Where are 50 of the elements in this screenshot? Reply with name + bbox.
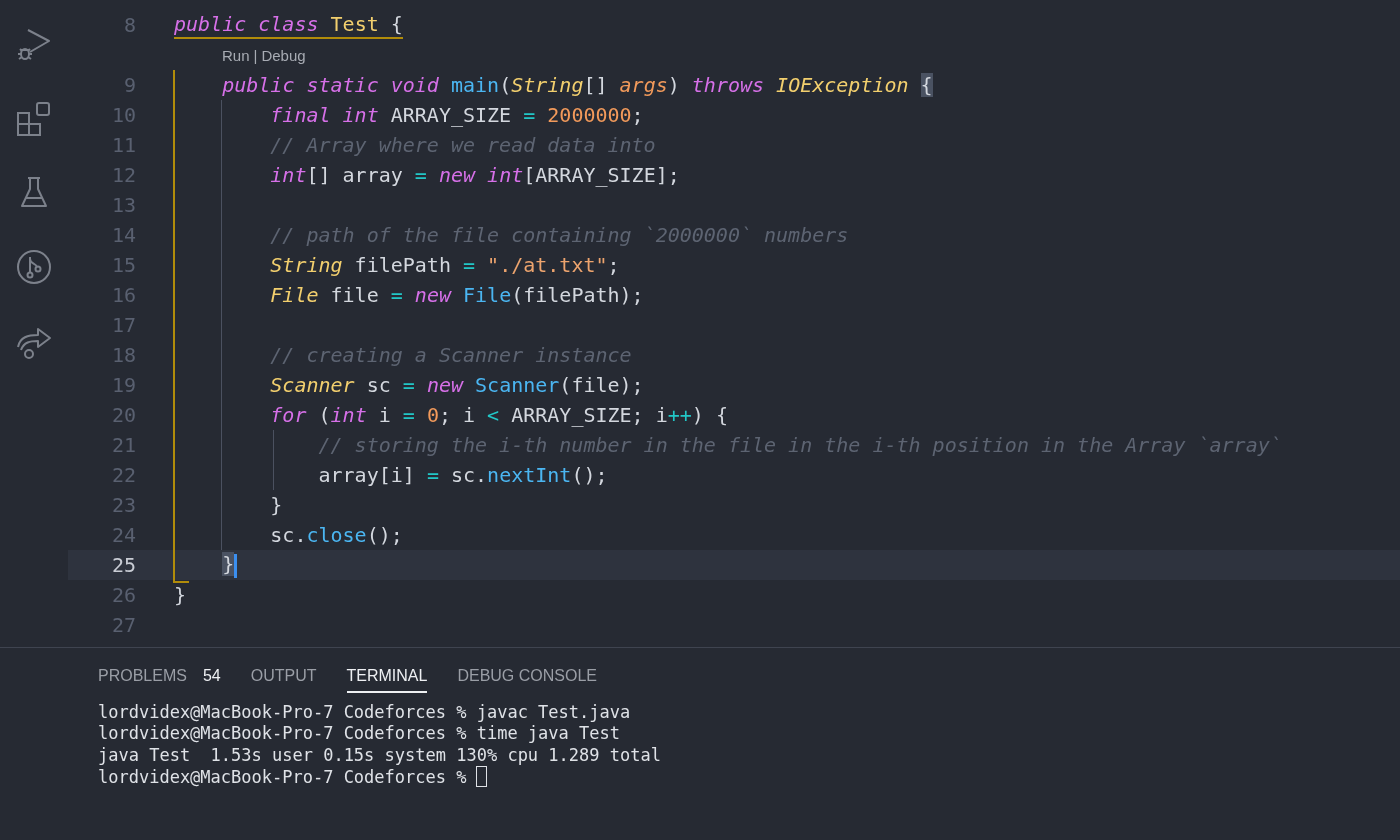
run-link[interactable]: Run	[222, 46, 250, 64]
line-number: 15	[110, 253, 136, 277]
code-line: final int ARRAY_SIZE = 2000000;	[270, 103, 644, 127]
code-line: // path of the file containing `2000000` numbers	[270, 223, 849, 247]
line-number: 23	[110, 493, 136, 517]
line-number: 16	[110, 283, 136, 307]
code-line: public class Test {	[174, 11, 403, 39]
panel-tab[interactable]: TERMINAL	[346, 660, 428, 693]
line-number: 14	[110, 223, 136, 247]
line-number: 21	[110, 433, 136, 457]
line-number: 8	[122, 13, 136, 37]
extensions-icon[interactable]	[16, 101, 52, 137]
terminal-line: lordvidex@MacBook-Pro-7 Codeforces %	[98, 766, 467, 787]
code-line: String filePath = "./at.txt";	[270, 253, 620, 277]
code-line: Scanner sc = new Scanner(file);	[270, 373, 644, 397]
line-number: 18	[110, 343, 136, 367]
line-number: 25	[110, 553, 136, 577]
line-number: 27	[110, 613, 136, 637]
debug-link[interactable]: Debug	[261, 46, 306, 64]
line-number: 11	[110, 133, 136, 157]
terminal-line: java Test 1.53s user 0.15s system 130% cpu 1.289 total	[98, 745, 661, 765]
terminal-line: lordvidex@MacBook-Pro-7 Codeforces % time java Test	[98, 723, 620, 744]
code-line: for (int i = 0; i < ARRAY_SIZE; i++) {	[270, 403, 728, 427]
panel-tab[interactable]: OUTPUT	[250, 660, 317, 693]
line-number: 9	[122, 73, 136, 97]
code-line: }	[270, 493, 283, 517]
line-number: 17	[110, 313, 136, 337]
code-line: File file = new File(filePath);	[270, 283, 644, 307]
line-number: 13	[110, 193, 136, 217]
code-line: int[] array = new int[ARRAY_SIZE];	[270, 163, 680, 187]
panel-tab[interactable]: DEBUG CONSOLE	[457, 660, 597, 693]
line-number: 10	[110, 103, 136, 127]
code-line: // Array where we read data into	[270, 133, 656, 157]
line-number: 12	[110, 163, 136, 187]
terminal-line: lordvidex@MacBook-Pro-7 Codeforces % javac Test.java	[98, 701, 631, 722]
code-line: // storing the i-th number in the file in the i-th position in the Array `array`	[318, 433, 1282, 457]
line-number: 26	[110, 583, 136, 607]
line-number: 24	[110, 523, 136, 547]
run-debug-icon[interactable]	[16, 27, 52, 63]
line-number: 20	[110, 403, 136, 427]
code-line: }	[174, 583, 187, 607]
panel-tab[interactable]: PROBLEMS 54	[98, 660, 221, 693]
code-line: sc.close();	[270, 523, 403, 547]
separator-text: |	[253, 46, 258, 64]
code-line: array[i] = sc.nextInt();	[318, 463, 608, 487]
line-number: 22	[110, 463, 136, 487]
code-line: public static void main(String[] args) throws IOException {	[222, 73, 933, 97]
line-number: 19	[110, 373, 136, 397]
code-line: // creating a Scanner instance	[270, 343, 632, 367]
branch-icon[interactable]	[16, 249, 52, 285]
